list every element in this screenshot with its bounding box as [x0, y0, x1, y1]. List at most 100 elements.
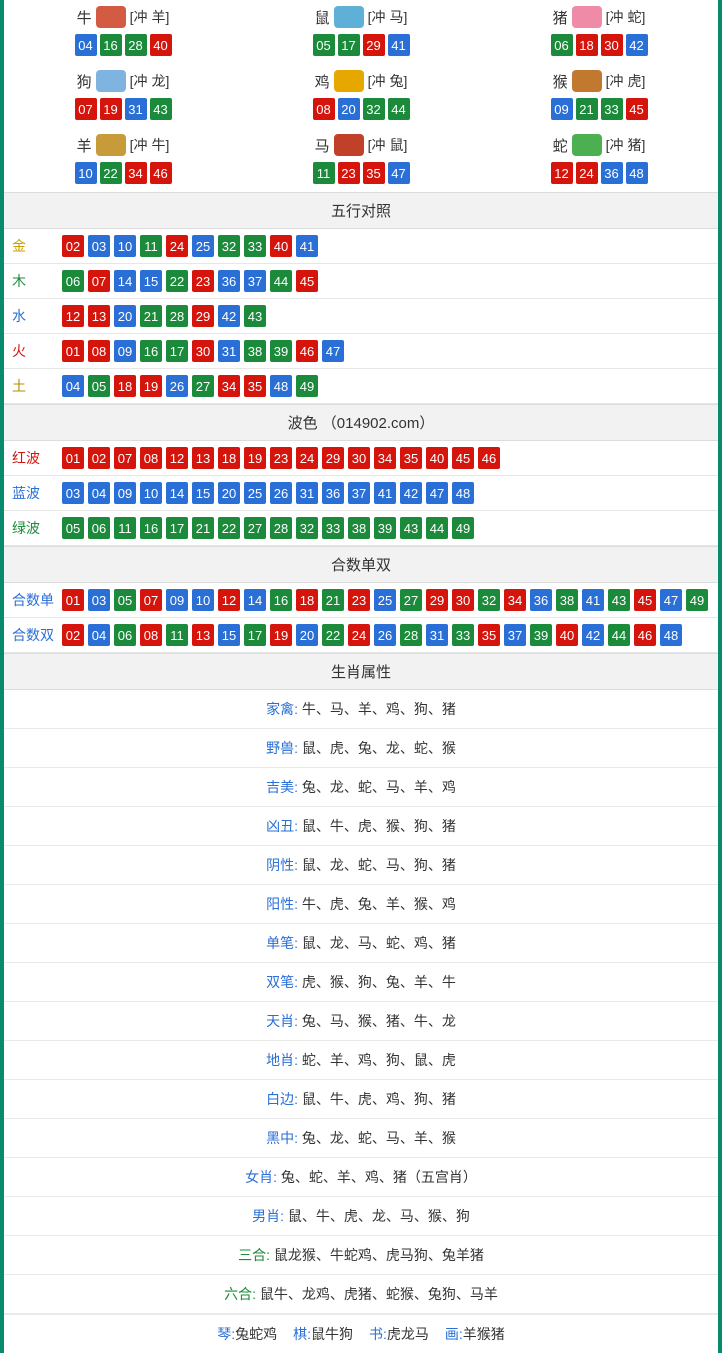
ball-21: 21	[140, 305, 162, 327]
zodiac-cell-3: 狗[冲 龙]07193143	[4, 64, 242, 128]
ball-08: 08	[313, 98, 335, 120]
ball-02: 02	[88, 447, 110, 469]
ball-41: 41	[388, 34, 410, 56]
ball-49: 49	[296, 375, 318, 397]
zodiac-cell-0: 牛[冲 羊]04162840	[4, 0, 242, 64]
wuxing-row-0: 金02031011242532334041	[4, 229, 718, 264]
ball-48: 48	[270, 375, 292, 397]
ball-04: 04	[88, 482, 110, 504]
zodiac-conflict: [冲 虎]	[606, 71, 646, 91]
section-head-bose: 波色 （014902.com）	[4, 404, 718, 441]
shuxing-value: 鼠牛、龙鸡、虎猪、蛇猴、兔狗、马羊	[260, 1286, 498, 1302]
wuxing-row-4: 土04051819262734354849	[4, 369, 718, 404]
shuxing-row-8: 天肖: 兔、马、猴、猪、牛、龙	[4, 1002, 718, 1041]
ball-46: 46	[634, 624, 656, 646]
wuxing-balls: 04051819262734354849	[62, 375, 710, 397]
ball-22: 22	[322, 624, 344, 646]
wuxing-label: 火	[12, 341, 62, 361]
shuxing-value: 牛、马、羊、鸡、狗、猪	[302, 701, 456, 717]
shuxing-row-7: 双笔: 虎、猴、狗、兔、羊、牛	[4, 963, 718, 1002]
ball-34: 34	[504, 589, 526, 611]
ball-23: 23	[192, 270, 214, 292]
ball-36: 36	[601, 162, 623, 184]
ball-47: 47	[660, 589, 682, 611]
zodiac-balls: 07193143	[8, 98, 238, 120]
ball-43: 43	[244, 305, 266, 327]
ball-41: 41	[582, 589, 604, 611]
ball-23: 23	[270, 447, 292, 469]
ball-29: 29	[363, 34, 385, 56]
ball-48: 48	[452, 482, 474, 504]
ball-28: 28	[400, 624, 422, 646]
shuxing-row-14: 三合: 鼠龙猴、牛蛇鸡、虎马狗、兔羊猪	[4, 1236, 718, 1275]
ball-38: 38	[348, 517, 370, 539]
shuxing-key: 双笔:	[266, 974, 302, 990]
ball-43: 43	[608, 589, 630, 611]
ball-48: 48	[626, 162, 648, 184]
zodiac-balls: 09213345	[484, 98, 714, 120]
ball-10: 10	[192, 589, 214, 611]
four-key: 棋:	[293, 1326, 311, 1342]
shuxing-key: 女肖:	[245, 1169, 281, 1185]
zodiac-name: 马	[315, 135, 330, 156]
ball-36: 36	[530, 589, 552, 611]
ball-32: 32	[296, 517, 318, 539]
ball-34: 34	[374, 447, 396, 469]
ball-20: 20	[338, 98, 360, 120]
ball-29: 29	[322, 447, 344, 469]
ball-33: 33	[244, 235, 266, 257]
zodiac-balls: 08203244	[246, 98, 476, 120]
ball-09: 09	[114, 340, 136, 362]
ball-15: 15	[192, 482, 214, 504]
ball-42: 42	[626, 34, 648, 56]
zodiac-cell-5: 猴[冲 虎] 09213345	[480, 64, 718, 128]
shuxing-key: 黑中:	[266, 1130, 302, 1146]
ball-05: 05	[88, 375, 110, 397]
ball-44: 44	[608, 624, 630, 646]
shuxing-value: 兔、龙、蛇、马、羊、鸡	[302, 779, 456, 795]
wuxing-row-1: 木06071415222336374445	[4, 264, 718, 299]
zodiac-top: 蛇[冲 猪]	[484, 134, 714, 156]
ball-36: 36	[322, 482, 344, 504]
ball-26: 26	[374, 624, 396, 646]
heshu-balls: 0204060811131517192022242628313335373940…	[62, 624, 710, 646]
bose-label: 红波	[12, 448, 62, 468]
ball-11: 11	[140, 235, 162, 257]
ball-29: 29	[426, 589, 448, 611]
shuxing-key: 阳性:	[266, 896, 302, 912]
ball-16: 16	[140, 340, 162, 362]
ball-18: 18	[576, 34, 598, 56]
wuxing-label: 木	[12, 271, 62, 291]
ball-30: 30	[192, 340, 214, 362]
ball-30: 30	[452, 589, 474, 611]
ball-13: 13	[192, 624, 214, 646]
bose-balls: 05061116172122272832333839434449	[62, 517, 710, 539]
ball-23: 23	[348, 589, 370, 611]
shuxing-value: 兔、龙、蛇、马、羊、猴	[302, 1130, 456, 1146]
ball-21: 21	[576, 98, 598, 120]
ball-25: 25	[192, 235, 214, 257]
zodiac-top: 猴[冲 虎]	[484, 70, 714, 92]
shuxing-row-6: 单笔: 鼠、龙、马、蛇、鸡、猪	[4, 924, 718, 963]
four-value: 鼠牛狗	[311, 1326, 353, 1342]
ball-39: 39	[530, 624, 552, 646]
bose-label: 绿波	[12, 518, 62, 538]
shuxing-value: 蛇、羊、鸡、狗、鼠、虎	[302, 1052, 456, 1068]
bose-rows: 红波0102070812131819232429303435404546蓝波03…	[4, 441, 718, 546]
page-frame: 牛[冲 羊]04162840鼠[冲 马]05172941猪[冲 蛇]061830…	[0, 0, 722, 1353]
ball-40: 40	[426, 447, 448, 469]
ball-11: 11	[114, 517, 136, 539]
zodiac-conflict: [冲 羊]	[130, 7, 170, 27]
zodiac-top: 鸡[冲 兔]	[246, 70, 476, 92]
ball-19: 19	[140, 375, 162, 397]
zodiac-balls: 05172941	[246, 34, 476, 56]
zodiac-balls: 04162840	[8, 34, 238, 56]
ball-21: 21	[322, 589, 344, 611]
zodiac-name: 鸡	[315, 71, 330, 92]
ball-31: 31	[296, 482, 318, 504]
ball-25: 25	[374, 589, 396, 611]
heshu-label: 合数单	[12, 590, 62, 610]
zodiac-top: 马[冲 鼠]	[246, 134, 476, 156]
bose-label: 蓝波	[12, 483, 62, 503]
shuxing-row-4: 阴性: 鼠、龙、蛇、马、狗、猪	[4, 846, 718, 885]
